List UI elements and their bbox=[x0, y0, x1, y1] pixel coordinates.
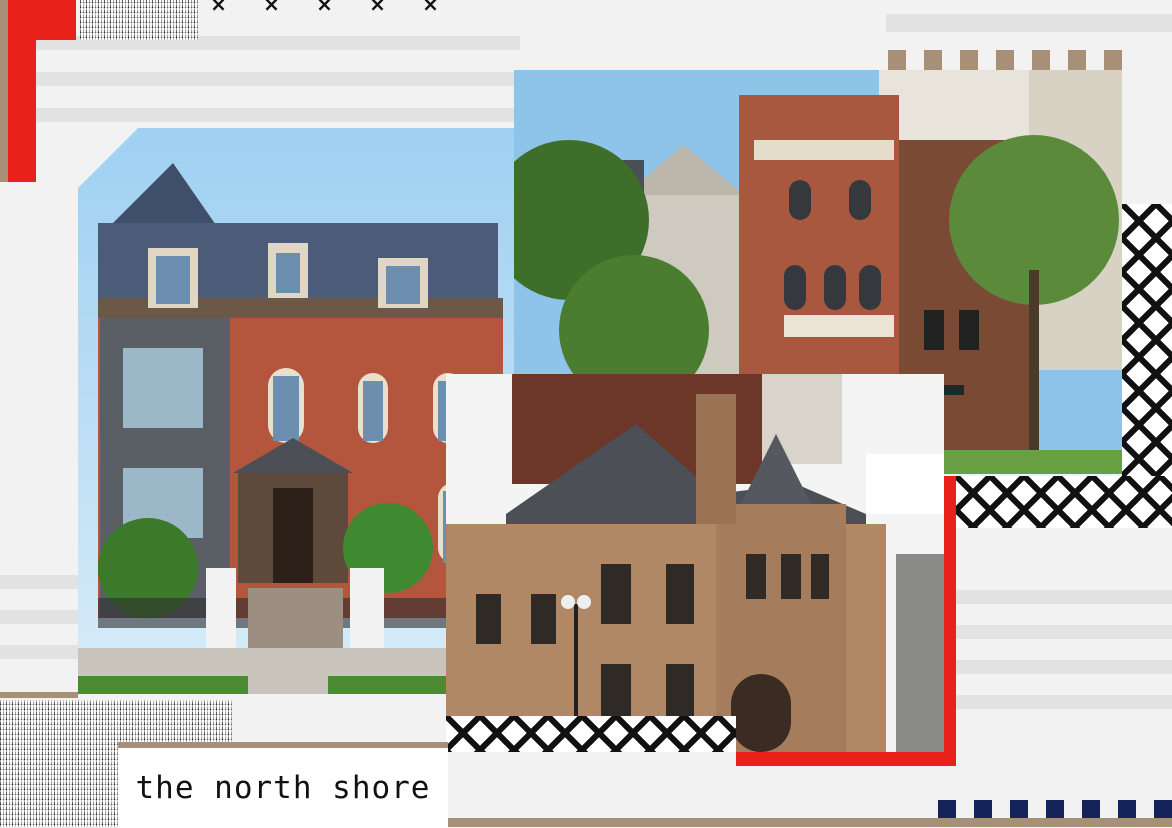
bg-stripe bbox=[0, 645, 80, 659]
lattice-pattern bbox=[956, 476, 1172, 528]
navy-square-row bbox=[938, 800, 1172, 818]
caption-text: the north shore bbox=[135, 770, 431, 806]
x-mark-icon: × bbox=[210, 0, 227, 16]
tan-dash-row bbox=[888, 50, 1122, 70]
romanesque-mansion-image bbox=[446, 374, 944, 752]
bg-stripe bbox=[955, 695, 1172, 709]
tan-bottom-bar bbox=[446, 818, 1172, 827]
x-marks-row: × × × × × bbox=[192, 0, 457, 18]
x-mark-icon: × bbox=[263, 0, 280, 16]
bg-stripe bbox=[0, 575, 80, 589]
lattice-pattern bbox=[446, 716, 736, 752]
bg-stripe bbox=[955, 660, 1172, 674]
noise-texture bbox=[80, 0, 198, 40]
bg-stripe bbox=[955, 625, 1172, 639]
x-mark-icon: × bbox=[369, 0, 386, 16]
bg-stripe bbox=[36, 108, 516, 122]
bg-stripe bbox=[886, 14, 1172, 32]
red-frame-bar bbox=[736, 752, 956, 766]
tan-underline bbox=[0, 692, 78, 698]
bg-stripe bbox=[36, 72, 516, 86]
red-frame-bar bbox=[944, 476, 956, 766]
tan-accent-bar bbox=[0, 0, 8, 182]
caption-box: the north shore bbox=[118, 748, 448, 828]
bg-stripe bbox=[0, 610, 80, 624]
lattice-pattern bbox=[1122, 204, 1172, 484]
x-mark-icon: × bbox=[422, 0, 439, 16]
red-accent-bar bbox=[8, 0, 36, 182]
x-mark-icon: × bbox=[316, 0, 333, 16]
bg-stripe bbox=[955, 590, 1172, 604]
